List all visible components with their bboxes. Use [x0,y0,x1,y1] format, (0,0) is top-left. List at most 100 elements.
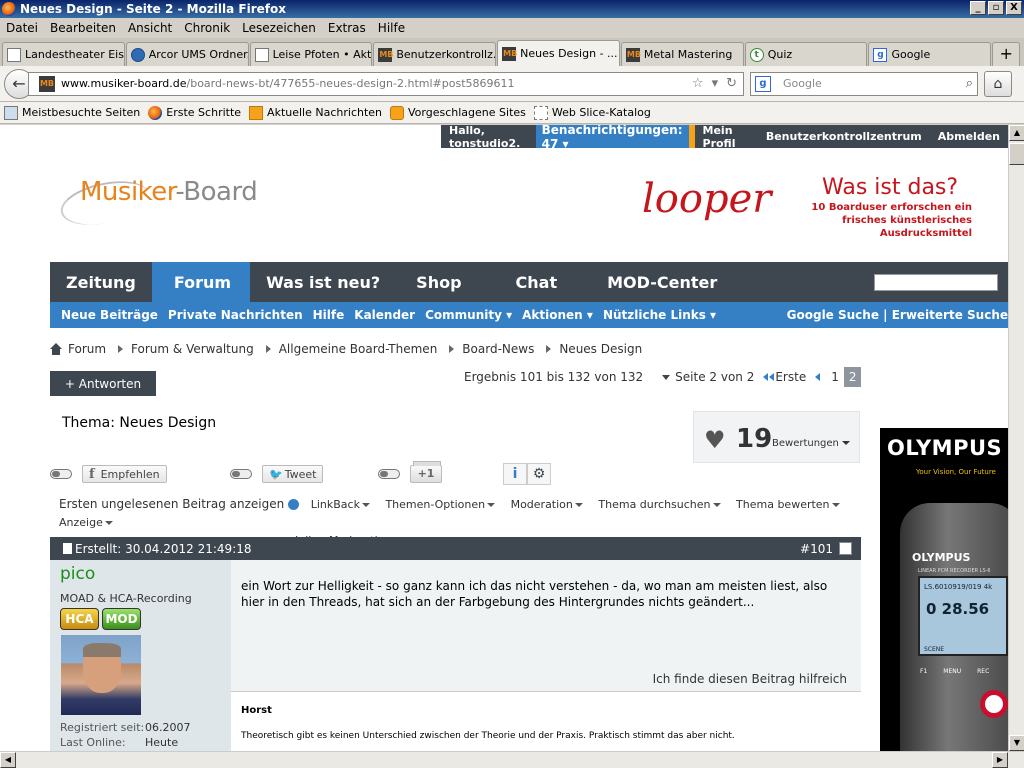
browser-tab[interactable]: t Quiz [744,42,868,66]
post-select-checkbox[interactable] [839,542,852,555]
my-profile-link[interactable]: Mein Profil [695,125,758,150]
looper-banner[interactable]: looper Was ist das? 10 Boarduser erforsc… [640,170,980,240]
site-logo[interactable]: Musiker-Board [56,165,260,235]
subnav-useful-links[interactable]: Nützliche Links ▾ [598,308,721,322]
browser-tab[interactable]: MB Benutzerkontrollz... [373,42,497,66]
rss-feed-icon [249,105,264,120]
facebook-recommend-button[interactable]: f Empfehlen [82,465,167,483]
home-icon[interactable] [50,343,62,355]
tool-linkback[interactable]: LinkBack [311,496,370,514]
search-bar[interactable]: g Google ⌕ [750,71,978,96]
google-search-engine-icon[interactable]: g [755,75,771,92]
history-dropdown-icon[interactable]: ▾ [712,76,719,91]
tab-label: Metal Mastering [643,48,733,61]
nav-chat[interactable]: Chat [496,262,592,302]
menu-extras[interactable]: Extras [322,21,372,35]
browser-tab[interactable]: MB Metal Mastering [620,42,744,66]
page-link-1[interactable]: 1 [826,367,844,387]
avatar[interactable] [61,635,141,715]
bookmark-item[interactable]: Aktuelle Nachrichten [249,105,382,120]
post-author-link[interactable]: pico [60,564,95,584]
nav-shop[interactable]: Shop [396,262,495,302]
tool-thread-options[interactable]: Themen-Optionen [385,496,496,514]
nav-forum[interactable]: Forum [151,262,251,302]
rating-box[interactable]: ♥ 19 Bewertungen [693,411,860,463]
prev-page-button[interactable] [810,367,826,387]
registered-value: 06.2007 [145,721,191,734]
twitter-toggle[interactable] [230,469,252,479]
horizontal-scrollbar[interactable]: ◀ ▶ [0,751,1024,768]
browser-tab[interactable]: g Google [868,42,992,66]
subnav-actions[interactable]: Aktionen ▾ [517,308,598,322]
browser-tab[interactable]: Arcor UMS Ordner... [125,42,249,66]
menu-hilfe[interactable]: Hilfe [372,21,411,35]
gplus-share: +1 [378,461,442,485]
subnav-private-messages[interactable]: Private Nachrichten [163,308,308,322]
nav-mod-center[interactable]: MOD-Center [591,262,733,302]
bookmark-item[interactable]: Web Slice-Katalog [533,105,651,120]
bookmark-item[interactable]: Meistbesuchte Seiten [4,105,140,120]
bookmark-star-icon[interactable]: ☆ [692,76,704,91]
first-unread-link[interactable]: Ersten ungelesenen Beitrag anzeigen [59,495,300,513]
page-of-dropdown[interactable]: Seite 2 von 2 [657,367,759,387]
first-page-link[interactable]: Erste [759,370,810,384]
scroll-thumb[interactable] [1009,143,1024,165]
post-number-link[interactable]: #101 [800,542,833,556]
close-tab-icon[interactable]: × [618,48,619,59]
bookmark-item[interactable]: Vorgeschlagene Sites [390,105,526,120]
gplus-button[interactable]: +1 [410,461,442,483]
reply-button[interactable]: + Antworten [50,371,156,396]
nav-whats-new[interactable]: Was ist neu? [250,262,396,302]
reload-icon[interactable]: ↻ [726,76,737,91]
olympus-ad[interactable]: OLYMPUS Your Vision, Our Future OLYMPUS … [880,428,1008,751]
gear-icon[interactable]: ⚙ [527,463,551,485]
firefox-icon [148,105,163,120]
nav-zeitung[interactable]: Zeitung [50,262,152,302]
scroll-right-icon[interactable]: ▶ [992,752,1008,768]
gplus-toggle[interactable] [378,469,400,479]
breadcrumb-item[interactable]: Allgemeine Board-Themen [279,342,438,356]
maximize-button[interactable]: ▫ [988,1,1004,15]
subnav-help[interactable]: Hilfe [308,308,350,322]
menu-ansicht[interactable]: Ansicht [122,21,178,35]
menu-chronik[interactable]: Chronik [178,21,236,35]
search-icon[interactable]: ⌕ [966,76,973,91]
home-button[interactable]: ⌂ [984,70,1012,97]
browser-tab[interactable]: Leise Pfoten • Akti... [249,42,373,66]
helpful-button[interactable]: Ich finde diesen Beitrag hilfreich [653,672,847,686]
logout-link[interactable]: Abmelden [930,130,1008,143]
subnav-calendar[interactable]: Kalender [349,308,420,322]
facebook-toggle[interactable] [50,469,72,479]
browser-tab-active[interactable]: MBNeues Design - ...× [497,40,620,66]
bookmark-item[interactable]: Erste Schritte [148,105,241,120]
tool-moderation[interactable]: Moderation [511,496,583,514]
scroll-up-icon[interactable]: ▲ [1009,125,1024,141]
subnav-community[interactable]: Community ▾ [420,308,517,322]
url-bar[interactable]: MB www.musiker-board.de /board-news-bt/4… [28,71,744,96]
browser-tab[interactable]: Landestheater Eis... [2,42,125,66]
subnav-search-links[interactable]: Google Suche | Erweiterte Suche [782,308,1008,322]
tool-display[interactable]: Anzeige [59,514,113,532]
menu-lesezeichen[interactable]: Lesezeichen [236,21,322,35]
menu-bearbeiten[interactable]: Bearbeiten [44,21,122,35]
tweet-button[interactable]: 🐦 Tweet [262,465,324,483]
rating-label[interactable]: Bewertungen [772,438,850,449]
subnav-new-posts[interactable]: Neue Beiträge [50,308,163,322]
new-tab-button[interactable]: + [992,42,1020,66]
forum-search-input[interactable] [874,273,998,291]
breadcrumb-item[interactable]: Board-News [462,342,534,356]
notifications-button[interactable]: Benachrichtigungen: 47 ▾ [535,125,695,151]
scroll-left-icon[interactable]: ◀ [0,752,16,768]
minimize-button[interactable]: _ [970,1,986,15]
twitter-share: 🐦 Tweet [230,463,324,485]
tool-search-thread[interactable]: Thema durchsuchen [598,496,721,514]
scroll-down-icon[interactable]: ▼ [1009,735,1024,751]
menu-datei[interactable]: Datei [0,21,44,35]
vertical-scrollbar[interactable]: ▲ ▼ [1008,125,1024,751]
info-icon[interactable]: i [503,463,527,485]
breadcrumb-item[interactable]: Forum [68,342,106,356]
close-window-button[interactable]: X [1006,1,1022,15]
user-cp-link[interactable]: Benutzerkontrollzentrum [758,130,930,143]
tool-rate-thread[interactable]: Thema bewerten [736,496,840,514]
breadcrumb-item[interactable]: Forum & Verwaltung [131,342,254,356]
